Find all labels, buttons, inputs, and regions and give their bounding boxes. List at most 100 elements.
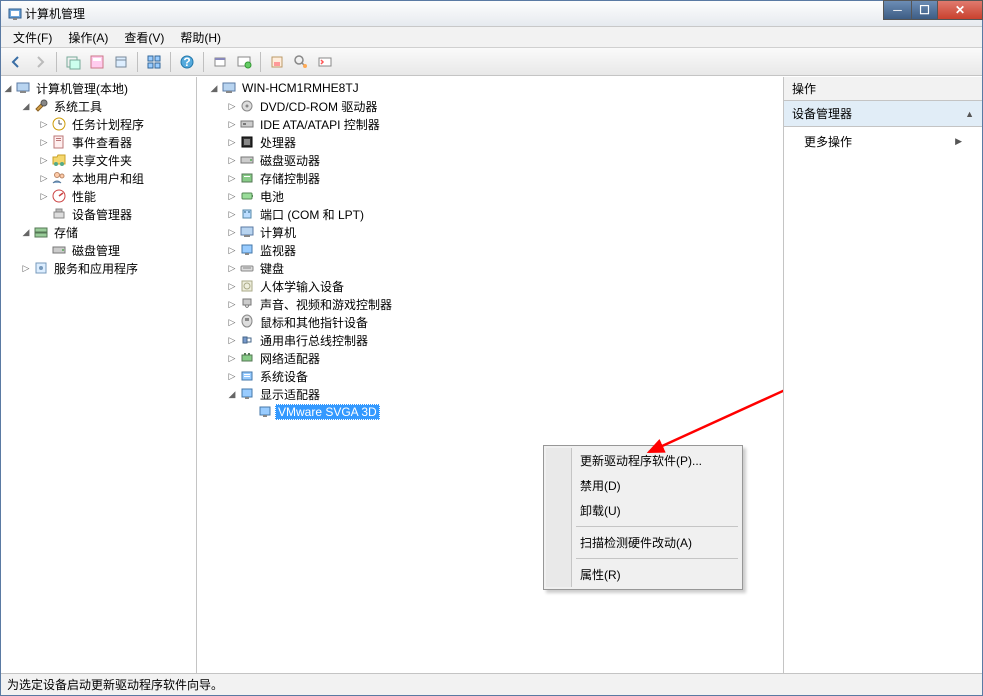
tool-btn-1[interactable] — [62, 51, 84, 73]
expander-icon[interactable]: ▷ — [37, 171, 51, 185]
tree-node-system-tools[interactable]: ◢ 系统工具 — [1, 97, 196, 115]
expander-icon[interactable]: ▷ — [225, 99, 239, 113]
tree-node-services[interactable]: ▷ 服务和应用程序 — [1, 259, 196, 277]
expander-icon[interactable]: ▷ — [37, 153, 51, 167]
forward-button[interactable] — [29, 51, 51, 73]
expander-icon[interactable]: ▷ — [225, 135, 239, 149]
tool-btn-7[interactable] — [266, 51, 288, 73]
device-category[interactable]: ▷磁盘驱动器 — [207, 151, 783, 169]
device-category[interactable]: ▷ 存储控制器 — [207, 169, 783, 187]
close-button[interactable]: ✕ — [937, 0, 983, 20]
tree-node-shared-folders[interactable]: ▷共享文件夹 — [1, 151, 196, 169]
storage-icon — [33, 224, 49, 240]
minimize-button[interactable]: ─ — [883, 0, 911, 20]
device-icon — [239, 170, 255, 186]
device-category[interactable]: ▷ 处理器 — [207, 133, 783, 151]
expander-icon[interactable]: ◢ — [225, 387, 239, 401]
device-icon — [239, 134, 255, 150]
tree-node-performance[interactable]: ▷性能 — [1, 187, 196, 205]
expander-icon[interactable]: ▷ — [225, 261, 239, 275]
device-category[interactable]: ▷键盘 — [207, 259, 783, 277]
tree-node-disk-management[interactable]: ▷磁盘管理 — [1, 241, 196, 259]
expander-icon[interactable]: ▷ — [225, 297, 239, 311]
device-category[interactable]: ▷监视器 — [207, 241, 783, 259]
tree-label: 端口 (COM 和 LPT) — [257, 205, 367, 224]
expander-icon[interactable]: ◢ — [19, 225, 33, 239]
menu-help[interactable]: 帮助(H) — [172, 27, 229, 48]
expander-icon[interactable]: ▷ — [225, 207, 239, 221]
expander-icon[interactable]: ▷ — [225, 225, 239, 239]
device-category[interactable]: ▷系统设备 — [207, 367, 783, 385]
tree-node-storage[interactable]: ◢ 存储 — [1, 223, 196, 241]
device-category[interactable]: ▷声音、视频和游戏控制器 — [207, 295, 783, 313]
device-category[interactable]: ▷电池 — [207, 187, 783, 205]
device-category[interactable]: ◢显示适配器 — [207, 385, 783, 403]
tool-btn-3[interactable] — [110, 51, 132, 73]
device-category[interactable]: ▷ 鼠标和其他指针设备 — [207, 313, 783, 331]
tool-btn-6[interactable] — [233, 51, 255, 73]
actions-header: 操作 — [784, 77, 982, 101]
device-category[interactable]: ▷ 计算机 — [207, 223, 783, 241]
expander-icon[interactable]: ▷ — [225, 333, 239, 347]
tree-node-event-viewer[interactable]: ▷事件查看器 — [1, 133, 196, 151]
device-category[interactable]: ▷DVD/CD-ROM 驱动器 — [207, 97, 783, 115]
device-category[interactable]: ▷ 人体学输入设备 — [207, 277, 783, 295]
context-menu-item[interactable]: 卸载(U) — [546, 498, 740, 523]
device-root[interactable]: ◢ WIN-HCM1RMHE8TJ — [207, 79, 783, 97]
device-category[interactable]: ▷通用串行总线控制器 — [207, 331, 783, 349]
maximize-button[interactable]: ☐ — [911, 0, 937, 20]
expander-icon[interactable]: ◢ — [19, 99, 33, 113]
expander-icon[interactable]: ▷ — [225, 171, 239, 185]
tree-label: 存储控制器 — [257, 169, 323, 188]
tool-btn-4[interactable] — [143, 51, 165, 73]
tree-node-task-scheduler[interactable]: ▷任务计划程序 — [1, 115, 196, 133]
menu-view[interactable]: 查看(V) — [116, 27, 172, 48]
expander-icon[interactable]: ◢ — [1, 81, 15, 95]
tree-node-device-manager[interactable]: ▷设备管理器 — [1, 205, 196, 223]
expander-icon[interactable]: ▷ — [225, 117, 239, 131]
tool-btn-9[interactable] — [314, 51, 336, 73]
help-button[interactable]: ? — [176, 51, 198, 73]
tree-label: 计算机 — [257, 223, 299, 242]
menu-action[interactable]: 操作(A) — [60, 27, 116, 48]
expander-icon[interactable]: ▷ — [225, 351, 239, 365]
expander-icon[interactable]: ▷ — [225, 315, 239, 329]
tools-icon — [33, 98, 49, 114]
menu-file[interactable]: 文件(F) — [5, 27, 60, 48]
tree-node-root[interactable]: ◢ 计算机管理(本地) — [1, 79, 196, 97]
device-item[interactable]: ▷VMware SVGA 3D — [207, 403, 783, 421]
device-category[interactable]: ▷IDE ATA/ATAPI 控制器 — [207, 115, 783, 133]
tool-btn-5[interactable] — [209, 51, 231, 73]
context-menu-separator — [576, 526, 738, 527]
status-text: 为选定设备启动更新驱动程序软件向导。 — [7, 676, 223, 693]
tree-label: 鼠标和其他指针设备 — [257, 313, 371, 332]
expander-icon[interactable]: ▷ — [225, 279, 239, 293]
tool-btn-2[interactable] — [86, 51, 108, 73]
context-menu-item[interactable]: 属性(R) — [546, 562, 740, 587]
navigation-tree[interactable]: ◢ 计算机管理(本地) ◢ 系统工具 — [1, 79, 196, 277]
back-button[interactable] — [5, 51, 27, 73]
expander-icon[interactable]: ◢ — [207, 81, 221, 95]
expander-icon[interactable]: ▷ — [37, 117, 51, 131]
context-menu-item[interactable]: 扫描检测硬件改动(A) — [546, 530, 740, 555]
expander-icon[interactable]: ▷ — [37, 189, 51, 203]
actions-section-label: 设备管理器 — [792, 105, 852, 122]
expander-icon[interactable]: ▷ — [37, 135, 51, 149]
tool-btn-8[interactable] — [290, 51, 312, 73]
device-tree[interactable]: ◢ WIN-HCM1RMHE8TJ ▷DVD/CD-ROM 驱动器▷IDE AT… — [197, 79, 783, 421]
context-menu-item[interactable]: 更新驱动程序软件(P)... — [546, 448, 740, 473]
tree-label: 处理器 — [257, 133, 299, 152]
device-category[interactable]: ▷ 端口 (COM 和 LPT) — [207, 205, 783, 223]
device-icon — [239, 278, 255, 294]
expander-icon[interactable]: ▷ — [225, 243, 239, 257]
expander-icon[interactable]: ▷ — [225, 153, 239, 167]
expander-icon[interactable]: ▷ — [19, 261, 33, 275]
device-category[interactable]: ▷网络适配器 — [207, 349, 783, 367]
expander-icon[interactable]: ▷ — [225, 189, 239, 203]
context-menu-item[interactable]: 禁用(D) — [546, 473, 740, 498]
actions-section[interactable]: 设备管理器 ▲ — [784, 101, 982, 127]
action-more[interactable]: 更多操作 ▶ — [784, 127, 982, 156]
tree-label: 人体学输入设备 — [257, 277, 347, 296]
expander-icon[interactable]: ▷ — [225, 369, 239, 383]
tree-node-local-users[interactable]: ▷本地用户和组 — [1, 169, 196, 187]
